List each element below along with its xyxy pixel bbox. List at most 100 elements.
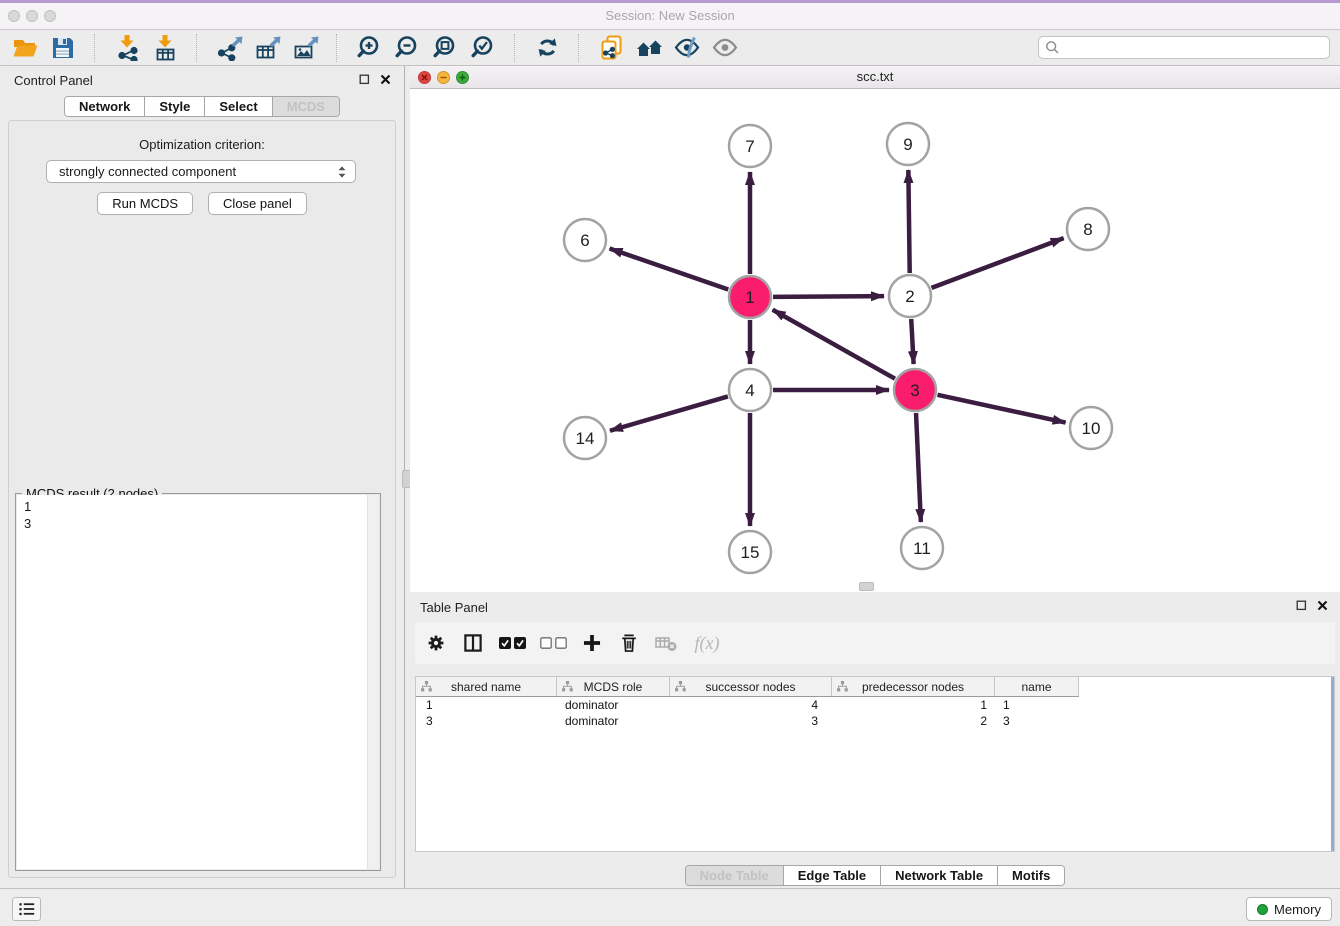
- table-cell[interactable]: dominator: [557, 714, 670, 728]
- column-header-shared-name[interactable]: shared name: [416, 677, 557, 696]
- search-input[interactable]: [1064, 38, 1329, 58]
- graph-edge-1-6[interactable]: [610, 248, 729, 289]
- network-close-icon[interactable]: [418, 71, 431, 84]
- graph-node-label: 1: [745, 288, 754, 307]
- deselect-all-columns-icon[interactable]: [538, 630, 568, 656]
- table-row[interactable]: 1dominator411: [416, 697, 1334, 713]
- graph-node-label: 7: [745, 137, 754, 156]
- table-cell[interactable]: 3: [670, 714, 832, 728]
- column-header-mcds-role[interactable]: MCDS role: [557, 677, 670, 696]
- mcds-result-text[interactable]: 1 3: [17, 495, 368, 869]
- window-minimize-button[interactable]: [26, 10, 38, 22]
- control-panel: Control Panel Network Style Select MCDS …: [0, 66, 404, 888]
- criterion-dropdown[interactable]: strongly connected component: [46, 160, 356, 183]
- network-title: scc.txt: [410, 66, 1340, 88]
- tab-select[interactable]: Select: [204, 97, 271, 116]
- graph-node-label: 6: [580, 231, 589, 250]
- stepper-icon: [335, 164, 349, 180]
- column-header-predecessor-nodes[interactable]: predecessor nodes: [832, 677, 995, 696]
- export-network-icon[interactable]: [210, 32, 248, 64]
- export-image-icon[interactable]: [286, 32, 324, 64]
- network-zoom-icon[interactable]: [456, 71, 469, 84]
- network-titlebar[interactable]: scc.txt: [410, 66, 1340, 89]
- close-panel-button[interactable]: Close panel: [208, 192, 307, 215]
- network-minimize-icon[interactable]: [437, 71, 450, 84]
- toolbar-separator: [578, 34, 580, 62]
- import-network-icon[interactable]: [108, 32, 146, 64]
- select-all-columns-icon[interactable]: [497, 630, 527, 656]
- float-table-panel-icon[interactable]: [1296, 600, 1307, 611]
- column-header-name[interactable]: name: [995, 677, 1079, 696]
- tab-style[interactable]: Style: [144, 97, 204, 116]
- hierarchy-icon: [421, 681, 432, 692]
- close-table-panel-icon[interactable]: [1317, 600, 1328, 611]
- window-close-button[interactable]: [8, 10, 20, 22]
- graph-node-label: 10: [1082, 419, 1101, 438]
- table-cell[interactable]: 4: [670, 698, 832, 712]
- graph-edge-2-3[interactable]: [911, 319, 913, 364]
- close-panel-icon[interactable]: [380, 74, 391, 85]
- hide-selected-icon[interactable]: [668, 32, 706, 64]
- search-field: [1038, 36, 1330, 59]
- show-all-icon[interactable]: [630, 32, 668, 64]
- column-header-successor-nodes[interactable]: successor nodes: [670, 677, 832, 696]
- table-cell[interactable]: 1: [832, 698, 995, 712]
- table-panel: Table Panel: [410, 592, 1340, 888]
- table-cell[interactable]: 1: [416, 698, 557, 712]
- graph-edge-1-2[interactable]: [773, 296, 884, 297]
- memory-label: Memory: [1274, 902, 1321, 917]
- tab-motifs[interactable]: Motifs: [997, 866, 1064, 885]
- toolbar-separator: [514, 34, 516, 62]
- tab-node-table[interactable]: Node Table: [686, 866, 783, 885]
- table-cell[interactable]: 3: [995, 714, 1079, 728]
- table-toolbar: f(x): [415, 622, 1335, 664]
- table-cell[interactable]: 2: [832, 714, 995, 728]
- refresh-icon[interactable]: [528, 32, 566, 64]
- window-zoom-button[interactable]: [44, 10, 56, 22]
- table-cell[interactable]: 1: [995, 698, 1079, 712]
- run-mcds-button[interactable]: Run MCDS: [97, 192, 193, 215]
- result-scrollbar[interactable]: [367, 495, 379, 869]
- zoom-selected-icon[interactable]: [464, 32, 502, 64]
- import-table-icon[interactable]: [146, 32, 184, 64]
- graph-edge-4-14[interactable]: [610, 396, 728, 430]
- graph-node-label: 14: [576, 429, 595, 448]
- window-titlebar: Session: New Session: [0, 0, 1340, 30]
- memory-button[interactable]: Memory: [1246, 897, 1332, 921]
- search-icon: [1045, 40, 1060, 55]
- table-row[interactable]: 3dominator323: [416, 713, 1334, 729]
- zoom-fit-icon[interactable]: [426, 32, 464, 64]
- export-table-icon[interactable]: [248, 32, 286, 64]
- graph-edge-3-10[interactable]: [937, 395, 1065, 423]
- delete-column-icon[interactable]: [616, 630, 642, 656]
- table-scrollbar[interactable]: [1331, 677, 1334, 851]
- graph-node-label: 11: [913, 539, 931, 558]
- task-history-button[interactable]: [12, 897, 41, 921]
- tab-mcds[interactable]: MCDS: [272, 97, 339, 116]
- duplicate-network-icon[interactable]: [592, 32, 630, 64]
- graph-edge-3-1[interactable]: [773, 310, 895, 379]
- create-column-icon[interactable]: [579, 630, 605, 656]
- control-panel-title: Control Panel: [14, 73, 93, 88]
- tab-network[interactable]: Network: [65, 97, 144, 116]
- table-cell[interactable]: dominator: [557, 698, 670, 712]
- open-file-icon[interactable]: [6, 32, 44, 64]
- network-canvas[interactable]: 1234678910111415: [410, 89, 1340, 592]
- column-layout-icon[interactable]: [460, 630, 486, 656]
- float-panel-icon[interactable]: [359, 74, 370, 85]
- save-session-icon[interactable]: [44, 32, 82, 64]
- zoom-out-icon[interactable]: [388, 32, 426, 64]
- horizontal-splitter-grip[interactable]: [859, 582, 874, 591]
- zoom-in-icon[interactable]: [350, 32, 388, 64]
- graph-edge-2-8[interactable]: [932, 238, 1064, 288]
- tab-edge-table[interactable]: Edge Table: [783, 866, 880, 885]
- main-toolbar: [0, 30, 1340, 66]
- graph-edge-3-11[interactable]: [916, 413, 921, 522]
- table-cell[interactable]: 3: [416, 714, 557, 728]
- graph-edge-2-9[interactable]: [908, 170, 909, 273]
- apply-function-icon: f(x): [690, 630, 724, 656]
- show-hidden-icon[interactable]: [706, 32, 744, 64]
- graph-node-label: 9: [903, 135, 912, 154]
- table-settings-icon[interactable]: [423, 630, 449, 656]
- tab-network-table[interactable]: Network Table: [880, 866, 997, 885]
